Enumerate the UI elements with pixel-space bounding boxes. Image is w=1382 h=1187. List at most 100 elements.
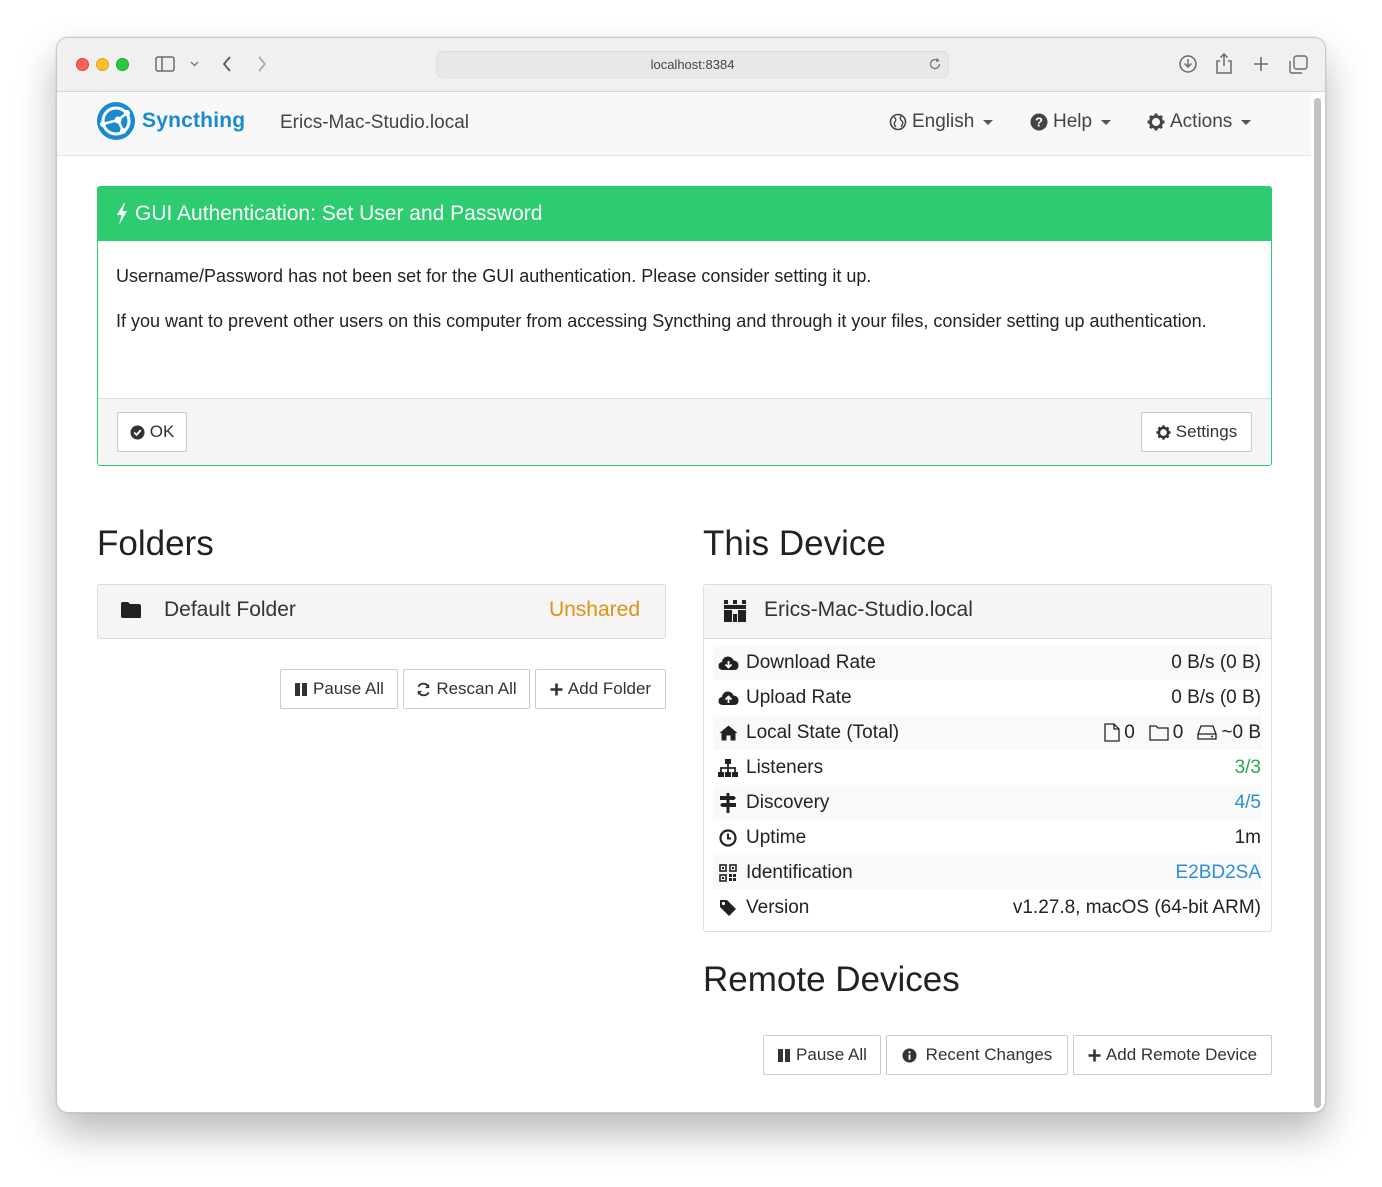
- auth-alert-panel: GUI Authentication: Set User and Passwor…: [97, 186, 1272, 466]
- local-state-label: Local State (Total): [746, 721, 900, 743]
- refresh-icon: [417, 682, 430, 696]
- cloud-upload-icon: [717, 690, 739, 706]
- recent-changes-button[interactable]: Recent Changes: [886, 1035, 1068, 1075]
- signpost-icon: [717, 792, 739, 813]
- pause-icon: [778, 1048, 791, 1062]
- auth-alert-message-1: Username/Password has not been set for t…: [116, 266, 872, 286]
- this-device-name: Erics-Mac-Studio.local: [764, 598, 973, 621]
- language-menu[interactable]: English: [889, 111, 994, 133]
- identification-label: Identification: [746, 861, 853, 883]
- discovery-row: Discovery 4/5: [713, 785, 1262, 820]
- pause-all-folders-button[interactable]: Pause All: [280, 669, 398, 709]
- folder-open-icon: [1149, 725, 1169, 741]
- actions-label: Actions: [1170, 111, 1233, 132]
- gear-icon: [1156, 424, 1171, 440]
- auth-alert-footer: OK Settings: [98, 398, 1271, 465]
- auth-alert-body: Username/Password has not been set for t…: [98, 241, 1271, 398]
- plus-icon: [550, 683, 563, 695]
- brand-logo[interactable]: Syncthing: [96, 101, 245, 141]
- new-tab-icon[interactable]: [1250, 53, 1272, 75]
- plus-icon: [1088, 1049, 1101, 1061]
- local-state-value: 0 0 ~0 B: [1104, 722, 1261, 744]
- pause-all-devices-button[interactable]: Pause All: [763, 1035, 881, 1075]
- svg-text:?: ?: [1035, 115, 1043, 130]
- actions-menu[interactable]: Actions: [1147, 111, 1252, 133]
- zoom-window-button[interactable]: [116, 58, 129, 71]
- downloads-icon[interactable]: [1177, 53, 1199, 75]
- language-label: English: [912, 111, 975, 132]
- uptime-value: 1m: [1234, 826, 1261, 848]
- local-dirs-count: 0: [1172, 721, 1184, 743]
- this-device-header[interactable]: Erics-Mac-Studio.local: [704, 585, 1271, 639]
- listeners-label: Listeners: [746, 756, 824, 778]
- browser-window: localhost:8384 Syncthing Erics-Mac-Studi…: [56, 37, 1326, 1113]
- close-window-button[interactable]: [76, 58, 89, 71]
- sitemap-icon: [717, 758, 739, 777]
- download-rate-value: 0 B/s (0 B): [1171, 651, 1261, 673]
- download-rate-label: Download Rate: [746, 651, 876, 673]
- listeners-row: Listeners 3/3: [713, 750, 1262, 785]
- app-navbar: Syncthing Erics-Mac-Studio.local English…: [57, 92, 1311, 156]
- local-state-row: Local State (Total) 0 0 ~0 B: [713, 715, 1262, 750]
- qrcode-icon: [717, 863, 739, 882]
- check-circle-icon: [130, 424, 145, 440]
- cloud-download-icon: [717, 655, 739, 671]
- browser-toolbar: localhost:8384: [57, 38, 1325, 92]
- auth-alert-title: GUI Authentication: Set User and Passwor…: [135, 202, 543, 225]
- address-text: localhost:8384: [650, 57, 735, 72]
- recent-changes-label: Recent Changes: [925, 1045, 1053, 1064]
- forward-icon[interactable]: [254, 53, 270, 75]
- settings-button[interactable]: Settings: [1141, 412, 1252, 452]
- minimize-window-button[interactable]: [96, 58, 109, 71]
- file-icon: [1104, 723, 1120, 742]
- bolt-icon: [117, 203, 127, 225]
- pause-all-label: Pause All: [313, 679, 384, 698]
- folder-name: Default Folder: [164, 598, 296, 621]
- rescan-all-label: Rescan All: [436, 679, 517, 698]
- chevron-down-icon[interactable]: [188, 53, 200, 75]
- back-icon[interactable]: [219, 53, 235, 75]
- pause-all-devices-label: Pause All: [796, 1045, 867, 1064]
- download-rate-row: Download Rate 0 B/s (0 B): [713, 645, 1262, 680]
- scrollbar-thumb[interactable]: [1314, 98, 1321, 1108]
- uptime-label: Uptime: [746, 826, 807, 848]
- page-scrollbar[interactable]: [1314, 98, 1321, 1108]
- version-label: Version: [746, 896, 810, 918]
- address-bar[interactable]: localhost:8384: [436, 51, 949, 78]
- upload-rate-label: Upload Rate: [746, 686, 852, 708]
- upload-rate-row: Upload Rate 0 B/s (0 B): [713, 680, 1262, 715]
- help-menu[interactable]: ? Help: [1030, 111, 1112, 133]
- tag-icon: [717, 899, 739, 917]
- ok-button[interactable]: OK: [117, 412, 187, 452]
- pause-icon: [295, 682, 308, 696]
- add-remote-device-button[interactable]: Add Remote Device: [1073, 1035, 1272, 1075]
- folder-item-default[interactable]: Default Folder Unshared: [97, 584, 666, 639]
- add-remote-device-label: Add Remote Device: [1105, 1045, 1258, 1064]
- version-value: v1.27.8, macOS (64-bit ARM): [1012, 896, 1261, 918]
- reload-icon[interactable]: [928, 57, 942, 74]
- auth-alert-heading: GUI Authentication: Set User and Passwor…: [98, 187, 1271, 241]
- rescan-all-button[interactable]: Rescan All: [403, 669, 530, 709]
- share-icon[interactable]: [1213, 53, 1235, 75]
- add-folder-label: Add Folder: [567, 679, 652, 698]
- add-folder-button[interactable]: Add Folder: [535, 669, 666, 709]
- upload-rate-value: 0 B/s (0 B): [1171, 686, 1261, 708]
- folder-status: Unshared: [548, 598, 640, 621]
- brand-name: Syncthing: [142, 109, 246, 132]
- folders-heading: Folders: [97, 524, 214, 563]
- caret-down-icon: [983, 119, 994, 125]
- listeners-value[interactable]: 3/3: [1235, 757, 1261, 779]
- tab-overview-icon[interactable]: [1287, 53, 1309, 75]
- device-hostname: Erics-Mac-Studio.local: [280, 112, 469, 133]
- uptime-row: Uptime 1m: [713, 820, 1262, 855]
- caret-down-icon: [1241, 119, 1252, 125]
- home-icon: [717, 725, 739, 741]
- sidebar-toggle-icon[interactable]: [154, 53, 176, 75]
- question-circle-icon: ?: [1030, 113, 1048, 131]
- settings-label: Settings: [1175, 422, 1238, 441]
- device-identicon-icon: [724, 600, 746, 622]
- identification-value[interactable]: E2BD2SA: [1175, 862, 1261, 884]
- hdd-icon: [1197, 725, 1218, 740]
- discovery-value[interactable]: 4/5: [1235, 792, 1261, 814]
- help-label: Help: [1053, 111, 1093, 132]
